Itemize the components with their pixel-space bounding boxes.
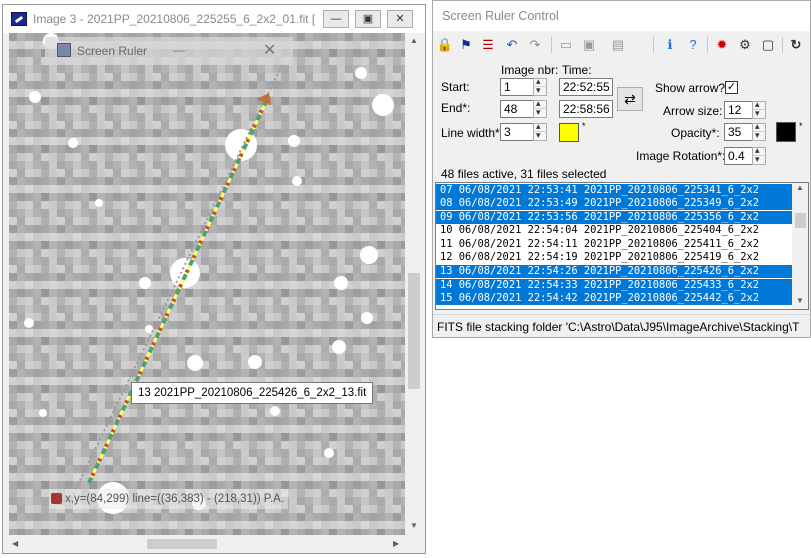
- scroll-up-icon[interactable]: ▲: [410, 36, 418, 45]
- scroll-thumb[interactable]: [408, 273, 420, 389]
- floating-ruler-close-button[interactable]: ✕: [263, 40, 276, 60]
- swap-shuffle-button[interactable]: ⇄: [617, 87, 643, 111]
- floating-ruler-title: Screen Ruler: [77, 44, 148, 58]
- line-width-label: Line width*:: [441, 126, 504, 140]
- toolbar: 🔒 ⚑ ☰ ↶ ↷ ▭ ▣ ▤ ℹ ? ✹ ⚙ ▢ ↻: [433, 31, 810, 59]
- image-nbr-label: Image nbr:: [501, 63, 559, 77]
- arrow-size-label: Arrow size:: [663, 104, 723, 118]
- file-list-row[interactable]: 14 06/08/2021 22:54:33 2021PP_20210806_2…: [436, 278, 808, 292]
- scroll-left-icon[interactable]: ◀: [12, 539, 18, 548]
- line-width-input[interactable]: 3: [500, 123, 534, 141]
- scroll-up-icon[interactable]: ▲: [796, 183, 804, 192]
- coordinate-readout: x,y=(84,299) line=((36,383) - (218,31)) …: [49, 489, 289, 509]
- file-list-row[interactable]: 12 06/08/2021 22:54:19 2021PP_20210806_2…: [436, 251, 808, 264]
- lock-icon[interactable]: 🔒: [436, 36, 454, 54]
- image-horizontal-scrollbar[interactable]: ◀ ▶: [9, 535, 405, 552]
- end-time-input[interactable]: 22:58:56: [559, 100, 613, 118]
- file-list-row[interactable]: 08 06/08/2021 22:53:49 2021PP_20210806_2…: [436, 197, 808, 211]
- frame-tooltip: 13 2021PP_20210806_225426_6_2x2_13.fit: [131, 382, 374, 404]
- scroll-thumb[interactable]: [147, 539, 217, 549]
- file-list-row[interactable]: 15 06/08/2021 22:54:42 2021PP_20210806_2…: [436, 292, 808, 306]
- file-list-row[interactable]: 10 06/08/2021 22:54:04 2021PP_20210806_2…: [436, 224, 808, 237]
- lock-icon: [51, 493, 62, 504]
- bug-icon[interactable]: ✹: [713, 36, 731, 54]
- file-list-scrollbar[interactable]: ▲ ▼: [792, 183, 808, 309]
- image-window: Image 3 - 2021PP_20210806_225255_6_2x2_0…: [2, 4, 426, 554]
- start-label: Start:: [441, 80, 470, 94]
- opacity-input[interactable]: 35: [724, 123, 754, 141]
- image-rotation-label: Image Rotation*:: [636, 149, 726, 163]
- scroll-right-icon[interactable]: ▶: [393, 539, 399, 548]
- stack-icon[interactable]: ▤: [609, 36, 627, 54]
- arrow-size-spinner[interactable]: [752, 99, 766, 119]
- list-icon[interactable]: ☰: [479, 36, 497, 54]
- info-icon[interactable]: ℹ: [661, 36, 679, 54]
- minimize-button[interactable]: —: [323, 10, 349, 28]
- control-title: Screen Ruler Control: [442, 9, 559, 23]
- settings-icon[interactable]: ⚙: [736, 36, 754, 54]
- file-list[interactable]: 07 06/08/2021 22:53:41 2021PP_20210806_2…: [435, 182, 809, 310]
- image-rotation-spinner[interactable]: [752, 145, 766, 165]
- show-arrow-checkbox[interactable]: ✓: [725, 81, 738, 94]
- time-label: Time:: [562, 63, 592, 77]
- end-label: End*:: [441, 101, 471, 115]
- show-arrow-label: Show arrow?: [655, 81, 726, 95]
- star-field-image: [9, 33, 405, 535]
- file-list-row[interactable]: 13 06/08/2021 22:54:26 2021PP_20210806_2…: [436, 265, 808, 279]
- floating-ruler-minimize-button[interactable]: —: [173, 43, 185, 57]
- astro-image[interactable]: [9, 33, 405, 535]
- end-image-spinner[interactable]: [533, 98, 547, 118]
- toolbar-separator: [551, 37, 552, 53]
- line-color-asterisk: *: [582, 121, 586, 131]
- opacity-spinner[interactable]: [752, 121, 766, 141]
- image-window-title: Image 3 - 2021PP_20210806_225255_6_2x2_0…: [33, 12, 315, 26]
- image-window-titlebar[interactable]: Image 3 - 2021PP_20210806_225255_6_2x2_0…: [3, 5, 425, 33]
- toolbar-separator: [653, 37, 654, 53]
- scroll-thumb[interactable]: [795, 213, 806, 228]
- start-time-input[interactable]: 22:52:55: [559, 78, 613, 96]
- line-width-spinner[interactable]: [533, 121, 547, 141]
- line-color-swatch[interactable]: [559, 123, 579, 142]
- scroll-down-icon[interactable]: ▼: [796, 296, 804, 305]
- arrow-color-swatch[interactable]: [776, 122, 796, 142]
- coordinate-readout-text: x,y=(84,299) line=((36,383) - (218,31)) …: [65, 493, 285, 505]
- arrow-size-input[interactable]: 12: [724, 101, 754, 119]
- opacity-label: Opacity*:: [671, 126, 720, 140]
- files-summary: 48 files active, 31 files selected: [441, 167, 607, 181]
- scroll-down-icon[interactable]: ▼: [410, 521, 418, 530]
- start-image-spinner[interactable]: [533, 76, 547, 96]
- image-rotation-input[interactable]: 0.4: [724, 147, 754, 165]
- status-divider: [433, 314, 810, 315]
- control-titlebar[interactable]: Screen Ruler Control: [433, 1, 810, 31]
- floating-screen-ruler[interactable]: Screen Ruler — ✕: [45, 37, 293, 65]
- end-image-input[interactable]: 48: [500, 100, 534, 118]
- file-list-row[interactable]: 07 06/08/2021 22:53:41 2021PP_20210806_2…: [436, 183, 808, 197]
- app-icon: [11, 12, 27, 26]
- file-list-row[interactable]: 11 06/08/2021 22:54:11 2021PP_20210806_2…: [436, 238, 808, 251]
- toolbar-separator: [782, 37, 783, 53]
- help-icon[interactable]: ?: [684, 36, 702, 54]
- ruler-icon: [57, 43, 71, 57]
- toolbar-separator: [707, 37, 708, 53]
- arrow-color-asterisk: *: [799, 121, 803, 131]
- window-icon[interactable]: ▢: [759, 36, 777, 54]
- restore-button[interactable]: ▣: [355, 10, 381, 28]
- redo-icon[interactable]: ↷: [526, 36, 544, 54]
- flag-icon[interactable]: ⚑: [457, 36, 475, 54]
- file-list-row[interactable]: 09 06/08/2021 22:53:56 2021PP_20210806_2…: [436, 210, 808, 224]
- refresh-icon[interactable]: ↻: [787, 36, 805, 54]
- paste-icon[interactable]: ▣: [580, 36, 598, 54]
- start-image-input[interactable]: 1: [500, 78, 534, 96]
- image-vertical-scrollbar[interactable]: ▲ ▼: [405, 33, 422, 535]
- close-button[interactable]: ✕: [387, 10, 413, 28]
- status-text: FITS file stacking folder 'C:\Astro\Data…: [437, 320, 800, 334]
- copy-icon[interactable]: ▭: [557, 36, 575, 54]
- undo-icon[interactable]: ↶: [503, 36, 521, 54]
